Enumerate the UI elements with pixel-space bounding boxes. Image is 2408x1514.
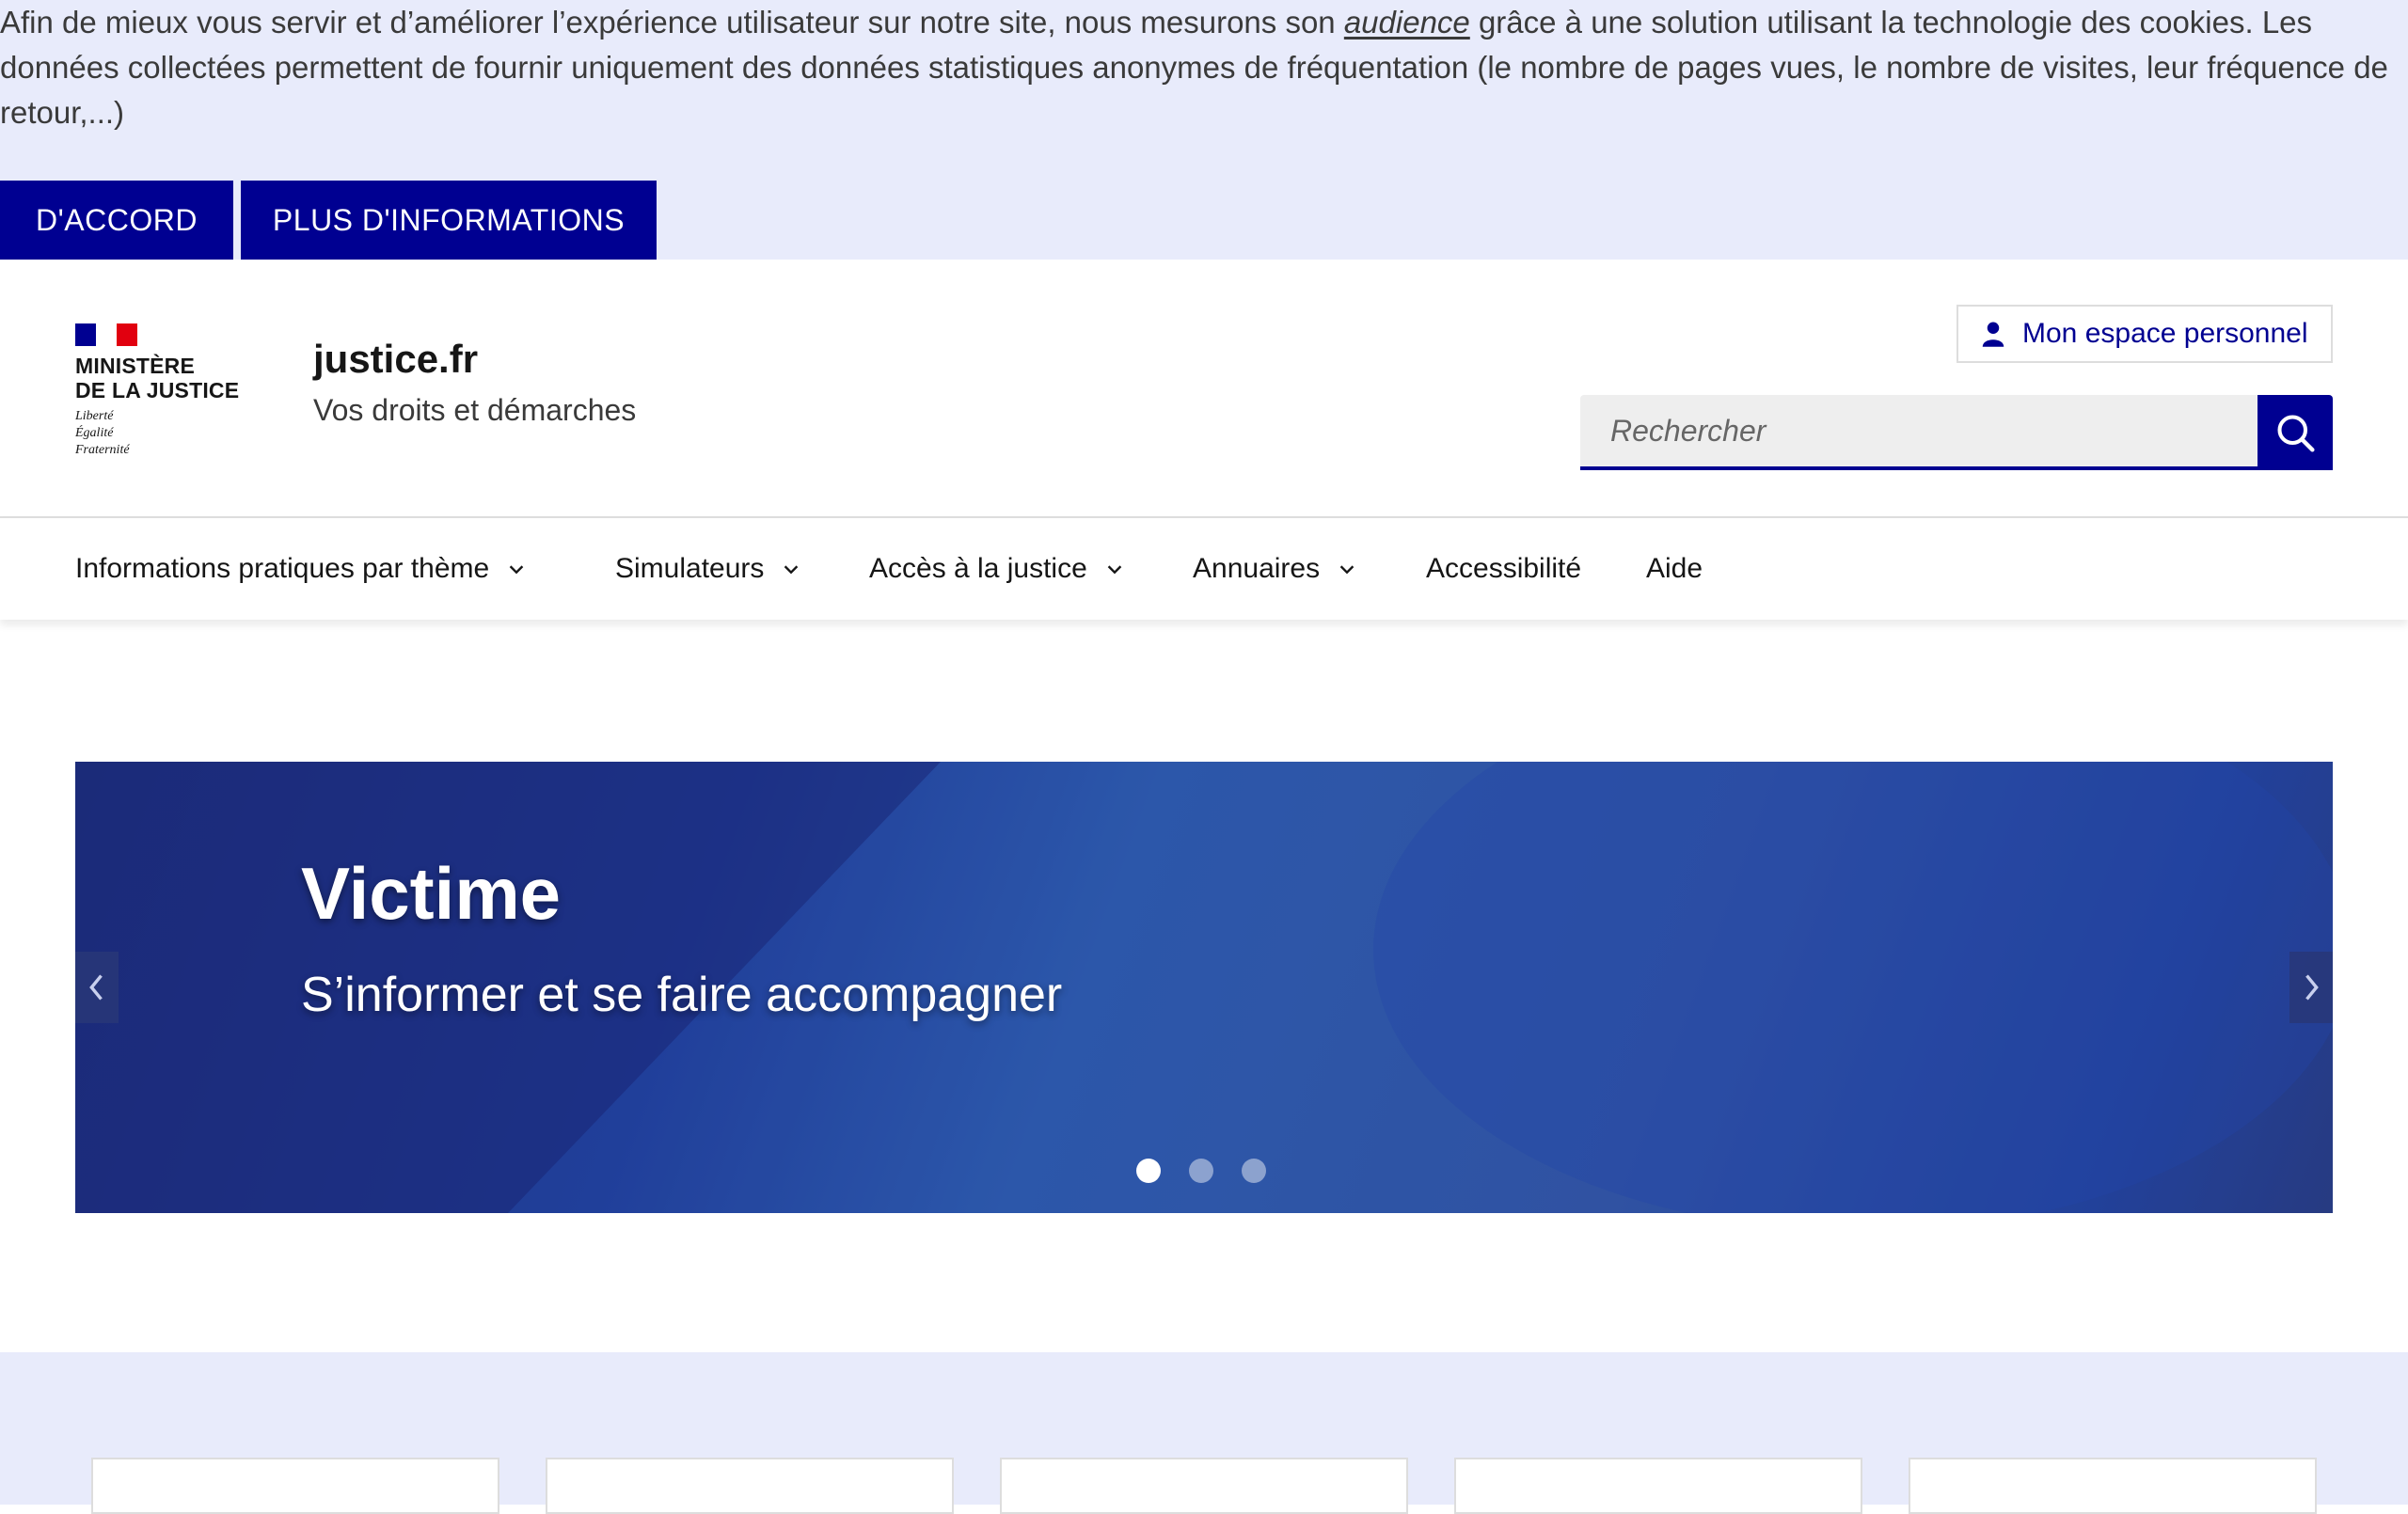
nav-label: Aide [1646, 553, 1703, 584]
carousel-dot-1[interactable] [1136, 1159, 1161, 1183]
site-header: Ministère de la Justice Liberté Égalité … [0, 260, 2408, 516]
cookie-banner: Afin de mieux vous servir et d’améliorer… [0, 0, 2408, 260]
nav-label: Simulateurs [615, 553, 765, 584]
quick-access-section [0, 1352, 2408, 1514]
nav-item-acces-justice[interactable]: Accès à la justice [869, 518, 1125, 620]
carousel-next-button[interactable] [2289, 952, 2333, 1023]
cookie-text-before: Afin de mieux vous servir et d’améliorer… [0, 5, 1344, 39]
hero-title: Victime [301, 852, 562, 935]
carousel-pagination [1136, 1159, 1266, 1183]
nav-item-simulateurs[interactable]: Simulateurs [615, 518, 801, 620]
search-button[interactable] [2258, 395, 2333, 470]
personal-space-label: Mon espace personnel [2022, 318, 2308, 349]
chevron-right-icon [2305, 974, 2319, 1001]
nav-label: Annuaires [1193, 553, 1321, 584]
chevron-left-icon [89, 974, 103, 1001]
search-icon [2277, 415, 2315, 452]
marianne-flag-icon [75, 323, 137, 346]
nav-label: Accès à la justice [869, 553, 1087, 584]
nav-label: Accessibilité [1426, 553, 1582, 584]
hero-subtitle: S’informer et se faire accompagner [301, 968, 1063, 1022]
site-name[interactable]: justice.fr [313, 337, 478, 382]
ministry-name: Ministère de la Justice [75, 354, 263, 402]
ministry-line-2: de la Justice [75, 378, 240, 402]
search-input[interactable] [1580, 395, 2258, 470]
chevron-down-icon [1107, 565, 1122, 575]
chevron-down-icon [784, 565, 799, 575]
nav-item-annuaires[interactable]: Annuaires [1193, 518, 1357, 620]
motto-line-3: Fraternité [75, 443, 130, 457]
motto-line-2: Égalité [75, 426, 114, 440]
republic-motto: Liberté Égalité Fraternité [75, 408, 263, 459]
hero-carousel-slide[interactable]: Victime S’informer et se faire accompagn… [75, 762, 2333, 1213]
carousel-dot-3[interactable] [1242, 1159, 1266, 1183]
cookie-text: Afin de mieux vous servir et d’améliorer… [0, 0, 2394, 135]
quick-access-card[interactable] [1000, 1458, 1408, 1514]
personal-space-button[interactable]: Mon espace personnel [1956, 305, 2333, 363]
site-tagline: Vos droits et démarches [313, 393, 637, 427]
more-info-button[interactable]: PLUS D'INFORMATIONS [241, 181, 657, 260]
ministry-logo[interactable]: Ministère de la Justice Liberté Égalité … [75, 323, 263, 465]
main-navigation: Informations pratiques par thème Simulat… [0, 516, 2408, 620]
quick-access-card[interactable] [1454, 1458, 1862, 1514]
motto-line-1: Liberté [75, 409, 114, 423]
ministry-line-1: Ministère [75, 354, 196, 378]
carousel-prev-button[interactable] [75, 952, 119, 1023]
nav-label: Informations pratiques par thème [75, 553, 490, 584]
user-icon [1982, 322, 2004, 347]
quick-access-card[interactable] [1909, 1458, 2317, 1514]
accept-cookies-button[interactable]: D'ACCORD [0, 181, 233, 260]
carousel-dot-2[interactable] [1189, 1159, 1213, 1183]
nav-item-informations-pratiques[interactable]: Informations pratiques par thème [75, 518, 527, 620]
audience-link[interactable]: audience [1344, 5, 1470, 39]
quick-access-card[interactable] [546, 1458, 954, 1514]
nav-item-aide[interactable]: Aide [1646, 518, 1703, 620]
chevron-down-icon [509, 565, 524, 575]
nav-item-accessibilite[interactable]: Accessibilité [1426, 518, 1581, 620]
chevron-down-icon [1339, 565, 1354, 575]
search-bar [1580, 395, 2333, 470]
quick-access-card[interactable] [91, 1458, 499, 1514]
